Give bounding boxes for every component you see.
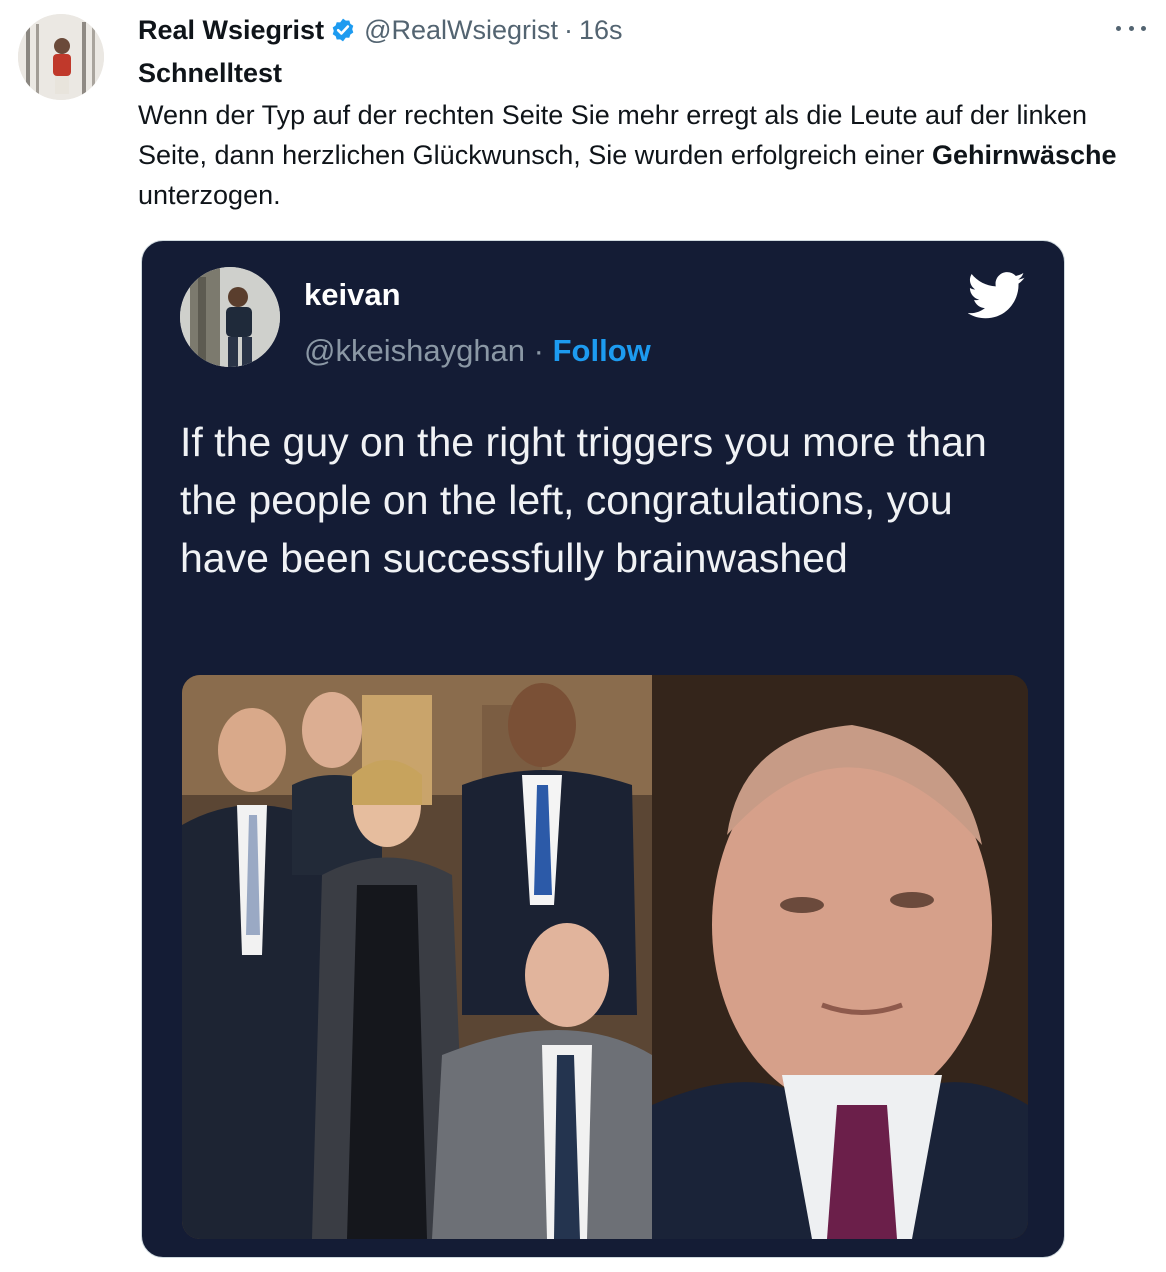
left-group-photo (182, 675, 652, 1239)
right-portrait-photo (652, 675, 1028, 1239)
embedded-author-avatar (180, 267, 280, 367)
verified-badge-icon (332, 18, 354, 42)
embedded-tweet-text: If the guy on the right triggers you mor… (180, 419, 987, 581)
tweet-body-bold: Gehirnwäsche (931, 140, 1117, 170)
author-avatar-image (18, 14, 104, 100)
twitter-bird-icon (968, 272, 1026, 319)
author-handle[interactable]: @RealWsiegrist (364, 15, 558, 46)
more-options-icon[interactable] (1116, 22, 1146, 34)
tweet-title: Schnelltest (138, 58, 283, 88)
author-avatar[interactable] (18, 14, 104, 100)
embedded-follow-link: Follow (552, 333, 651, 368)
tweet-timestamp[interactable]: 16s (579, 15, 623, 46)
tweet-body-end: unterzogen. (138, 180, 281, 210)
embedded-author-handle: @kkeishayghan (304, 333, 526, 368)
tweet-body: Wenn der Typ auf der rechten Seite Sie m… (138, 95, 1148, 215)
author-display-name[interactable]: Real Wsiegrist (138, 15, 324, 46)
embedded-avatar-image (180, 267, 280, 367)
embedded-separator: · (533, 333, 544, 368)
embedded-author-name: keivan (304, 277, 401, 312)
photo-collage (182, 675, 1028, 1239)
header-separator: · (564, 14, 574, 45)
tweet-header: Real Wsiegrist @RealWsiegrist · 16s (138, 12, 623, 48)
embedded-photo (182, 675, 1028, 1239)
embedded-tweet-image[interactable]: keivan @kkeishayghan · Follow If the guy… (141, 240, 1065, 1258)
embedded-author-meta: @kkeishayghan · Follow (304, 333, 651, 369)
